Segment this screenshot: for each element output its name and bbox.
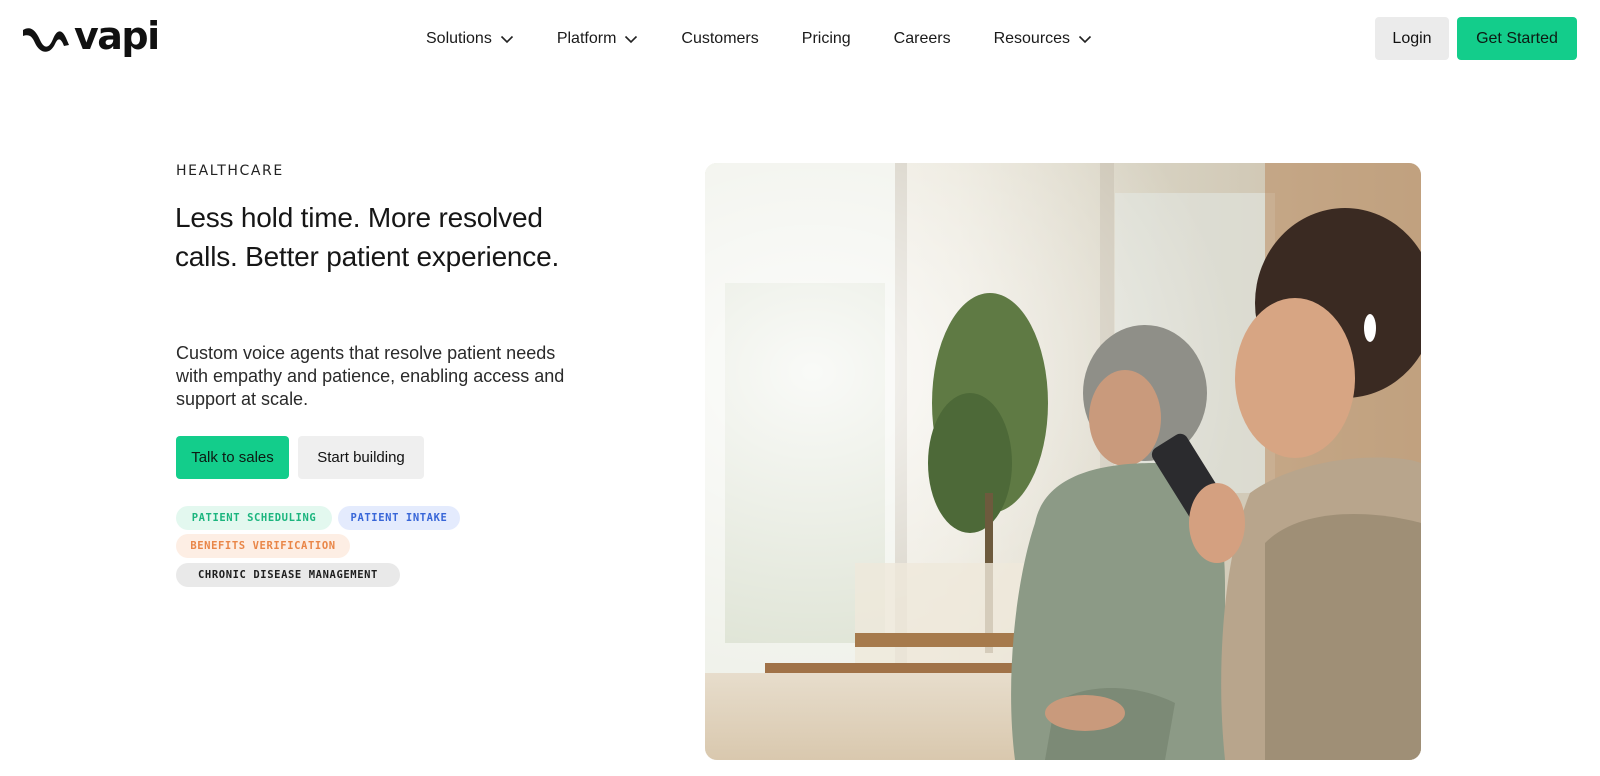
main-nav: Solutions Platform Customers Pricing Car… [426, 26, 1092, 52]
tag-patient-intake: PATIENT INTAKE [338, 506, 460, 530]
nav-label: Careers [893, 30, 951, 47]
nav-platform[interactable]: Platform [557, 30, 639, 48]
nav-careers[interactable]: Careers [894, 30, 951, 48]
vapi-logo[interactable]: vapi [22, 14, 160, 62]
nav-label: Solutions [426, 30, 492, 47]
hero-photo-illustration [705, 163, 1421, 760]
get-started-button[interactable]: Get Started [1457, 17, 1577, 60]
tag-patient-scheduling: PATIENT SCHEDULING [176, 506, 332, 530]
chevron-down-icon [625, 35, 638, 43]
section-eyebrow: HEALTHCARE [176, 163, 284, 179]
nav-label: Platform [556, 30, 617, 47]
chevron-down-icon [1078, 35, 1092, 43]
logo-wordmark: vapi [74, 14, 160, 58]
nav-customers[interactable]: Customers [681, 30, 758, 48]
hero-photo [705, 163, 1421, 760]
nav-label: Resources [993, 30, 1071, 47]
nav-resources[interactable]: Resources [994, 30, 1092, 48]
nav-label: Pricing [801, 30, 851, 47]
nav-label: Customers [681, 30, 759, 47]
talk-to-sales-button[interactable]: Talk to sales [176, 436, 289, 479]
chevron-down-icon [500, 35, 513, 43]
hero-subtext: Custom voice agents that resolve patient… [176, 343, 565, 409]
vapi-wave-logo-icon [23, 28, 69, 52]
tag-benefits-verification: BENEFITS VERIFICATION [176, 534, 350, 558]
nav-pricing[interactable]: Pricing [802, 30, 851, 48]
site-header: vapi Solutions Platform Customers Pricin… [0, 0, 1600, 78]
login-button[interactable]: Login [1375, 17, 1449, 60]
start-building-button[interactable]: Start building [298, 436, 424, 479]
hero-headline: Less hold time. More resolved calls. Bet… [175, 202, 560, 272]
tag-chronic-disease-management: CHRONIC DISEASE MANAGEMENT [176, 563, 400, 587]
nav-solutions[interactable]: Solutions [426, 30, 514, 48]
